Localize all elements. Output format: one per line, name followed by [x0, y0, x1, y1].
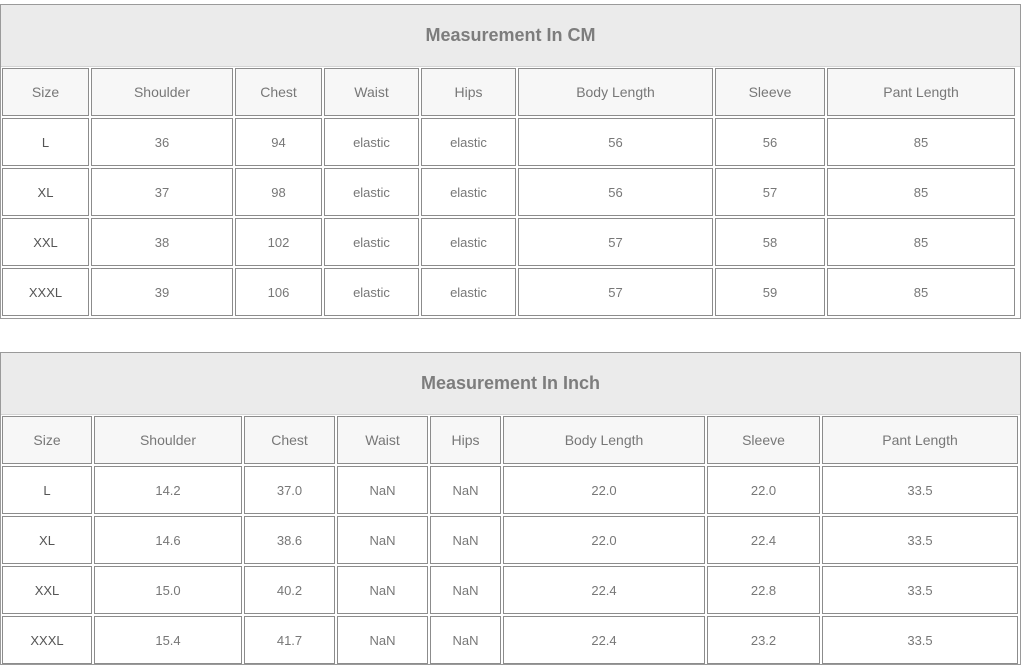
table-row: XXXL 15.4 41.7 NaN NaN 22.4 23.2 33.5	[1, 615, 1020, 665]
column-header-pant-length: Pant Length	[822, 416, 1018, 464]
cell-shoulder: 14.6	[94, 516, 242, 564]
table-row: XXXL 39 106 elastic elastic 57 59 85	[1, 267, 1020, 317]
cell-shoulder: 38	[91, 218, 233, 266]
cell-chest: 102	[235, 218, 322, 266]
cell-waist: elastic	[324, 218, 419, 266]
cell-chest: 106	[235, 268, 322, 316]
cell-hips: elastic	[421, 218, 516, 266]
cell-waist: NaN	[337, 516, 428, 564]
cell-chest: 41.7	[244, 616, 335, 664]
cell-sleeve: 22.8	[707, 566, 820, 614]
column-header-pant-length: Pant Length	[827, 68, 1015, 116]
cell-size: XL	[2, 516, 92, 564]
cell-body-length: 56	[518, 168, 713, 216]
column-header-sleeve: Sleeve	[715, 68, 825, 116]
column-header-hips: Hips	[430, 416, 501, 464]
cell-hips: elastic	[421, 268, 516, 316]
cell-sleeve: 58	[715, 218, 825, 266]
cell-hips: elastic	[421, 168, 516, 216]
table-title: Measurement In CM	[1, 5, 1020, 67]
cell-pant-length: 33.5	[822, 566, 1018, 614]
table-row: L 14.2 37.0 NaN NaN 22.0 22.0 33.5	[1, 465, 1020, 515]
cell-hips: NaN	[430, 516, 501, 564]
cell-sleeve: 23.2	[707, 616, 820, 664]
table-title: Measurement In Inch	[1, 353, 1020, 415]
column-header-waist: Waist	[337, 416, 428, 464]
column-header-size: Size	[2, 68, 89, 116]
cell-shoulder: 36	[91, 118, 233, 166]
column-header-chest: Chest	[235, 68, 322, 116]
table-row: XXL 38 102 elastic elastic 57 58 85	[1, 217, 1020, 267]
cell-waist: NaN	[337, 466, 428, 514]
table-row: L 36 94 elastic elastic 56 56 85	[1, 117, 1020, 167]
cell-size: XL	[2, 168, 89, 216]
column-header-shoulder: Shoulder	[94, 416, 242, 464]
column-header-waist: Waist	[324, 68, 419, 116]
cell-size: XXXL	[2, 268, 89, 316]
column-header-body-length: Body Length	[518, 68, 713, 116]
cell-pant-length: 85	[827, 218, 1015, 266]
cell-body-length: 22.0	[503, 516, 705, 564]
cell-size: L	[2, 118, 89, 166]
cell-body-length: 22.4	[503, 566, 705, 614]
cell-chest: 37.0	[244, 466, 335, 514]
measurement-cm-table: Measurement In CM Size Shoulder Chest Waist…	[0, 4, 1021, 319]
measurement-inch-table: Measurement In Inch Size Shoulder Chest Wai…	[0, 352, 1021, 665]
cell-shoulder: 15.4	[94, 616, 242, 664]
cell-size: XXL	[2, 566, 92, 614]
cell-pant-length: 85	[827, 268, 1015, 316]
cell-sleeve: 22.4	[707, 516, 820, 564]
cell-size: L	[2, 466, 92, 514]
cell-shoulder: 39	[91, 268, 233, 316]
cell-chest: 38.6	[244, 516, 335, 564]
cell-size: XXXL	[2, 616, 92, 664]
cell-hips: NaN	[430, 466, 501, 514]
cell-body-length: 57	[518, 268, 713, 316]
cell-body-length: 56	[518, 118, 713, 166]
cell-hips: elastic	[421, 118, 516, 166]
table-row: XXL 15.0 40.2 NaN NaN 22.4 22.8 33.5	[1, 565, 1020, 615]
column-header-hips: Hips	[421, 68, 516, 116]
cell-pant-length: 85	[827, 168, 1015, 216]
cell-waist: elastic	[324, 118, 419, 166]
column-header-shoulder: Shoulder	[91, 68, 233, 116]
cell-chest: 98	[235, 168, 322, 216]
header-row: Size Shoulder Chest Waist Hips Body Length Sle…	[1, 67, 1020, 117]
cell-hips: NaN	[430, 566, 501, 614]
column-header-sleeve: Sleeve	[707, 416, 820, 464]
cell-chest: 94	[235, 118, 322, 166]
cell-chest: 40.2	[244, 566, 335, 614]
cell-waist: NaN	[337, 566, 428, 614]
cell-shoulder: 14.2	[94, 466, 242, 514]
cell-pant-length: 33.5	[822, 516, 1018, 564]
cell-body-length: 22.0	[503, 466, 705, 514]
header-row: Size Shoulder Chest Waist Hips Body Length Sle…	[1, 415, 1020, 465]
cell-pant-length: 33.5	[822, 466, 1018, 514]
table-row: XL 14.6 38.6 NaN NaN 22.0 22.4 33.5	[1, 515, 1020, 565]
column-header-body-length: Body Length	[503, 416, 705, 464]
cell-pant-length: 33.5	[822, 616, 1018, 664]
cell-shoulder: 15.0	[94, 566, 242, 614]
table-row: XL 37 98 elastic elastic 56 57 85	[1, 167, 1020, 217]
cell-sleeve: 56	[715, 118, 825, 166]
cell-hips: NaN	[430, 616, 501, 664]
cell-sleeve: 59	[715, 268, 825, 316]
cell-body-length: 57	[518, 218, 713, 266]
cell-pant-length: 85	[827, 118, 1015, 166]
column-header-size: Size	[2, 416, 92, 464]
cell-waist: elastic	[324, 168, 419, 216]
cell-sleeve: 57	[715, 168, 825, 216]
cell-shoulder: 37	[91, 168, 233, 216]
cell-body-length: 22.4	[503, 616, 705, 664]
cell-waist: elastic	[324, 268, 419, 316]
cell-size: XXL	[2, 218, 89, 266]
cell-sleeve: 22.0	[707, 466, 820, 514]
cell-waist: NaN	[337, 616, 428, 664]
column-header-chest: Chest	[244, 416, 335, 464]
